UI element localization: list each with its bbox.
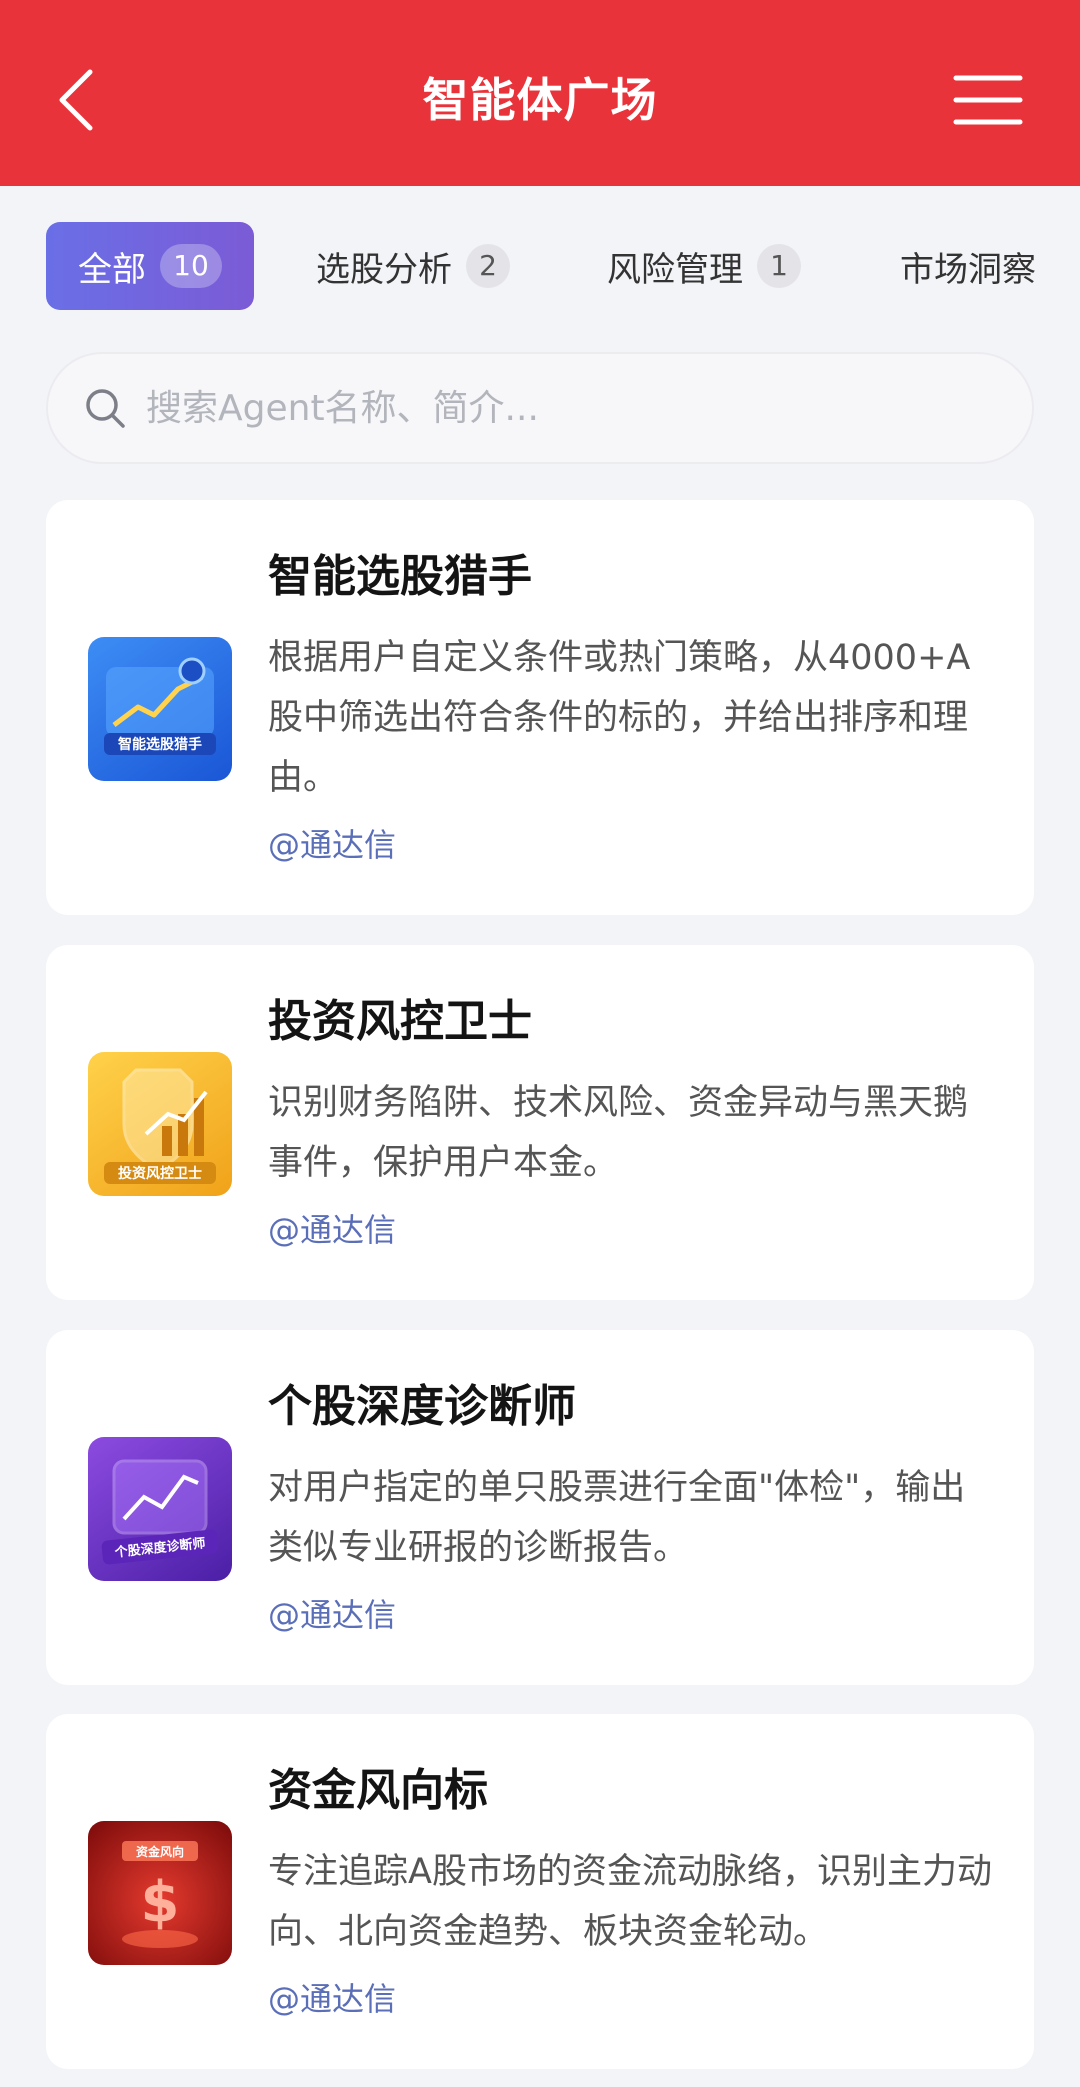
search-bar[interactable]	[46, 352, 1034, 464]
agent-author-link[interactable]: @通达信	[268, 1974, 396, 2020]
agent-card[interactable]: 投资风控卫士 投资风控卫士 识别财务陷阱、技术风险、资金异动与黑天鹅事件，保护用…	[46, 945, 1034, 1300]
agent-title: 投资风控卫士	[268, 996, 532, 1047]
agent-author-link[interactable]: @通达信	[268, 820, 396, 866]
icon-caption: 资金风向	[136, 1844, 184, 1859]
tab-label: 市场洞察	[900, 249, 1036, 290]
svg-text:$: $	[141, 1870, 180, 1935]
stock-diagnosis-icon: 个股深度诊断师	[88, 1437, 232, 1581]
risk-shield-icon: 投资风控卫士	[88, 1052, 232, 1196]
agent-title: 个股深度诊断师	[268, 1381, 576, 1432]
agent-card[interactable]: 个股深度诊断师 个股深度诊断师 对用户指定的单只股票进行全面"体检"，输出类似专…	[46, 1330, 1034, 1685]
search-icon	[86, 389, 125, 428]
agent-title: 智能选股猎手	[268, 551, 532, 602]
fund-flow-icon: 资金风向 $	[88, 1821, 232, 1965]
tab-count-badge: 2	[466, 244, 510, 288]
agent-card[interactable]: 资金风向 $ 资金风向标 专注追踪A股市场的资金流动脉络，识别主力动向、北向资金…	[46, 1714, 1034, 2069]
search-input[interactable]	[146, 387, 966, 429]
tab-market-insight[interactable]: 市场洞察	[900, 222, 1036, 310]
agent-description: 专注追踪A股市场的资金流动脉络，识别主力动向、北向资金趋势、板块资金轮动。	[268, 1852, 992, 1952]
tab-all[interactable]: 全部 10	[46, 222, 254, 310]
tab-count-badge: 10	[160, 244, 222, 288]
agent-card[interactable]: 智能选股猎手 智能选股猎手 根据用户自定义条件或热门策略，从4000+A股中筛选…	[46, 500, 1034, 915]
icon-caption: 投资风控卫士	[118, 1165, 202, 1182]
tab-label: 风险管理	[607, 249, 743, 290]
agent-description: 根据用户自定义条件或热门策略，从4000+A股中筛选出符合条件的标的，并给出排序…	[268, 638, 971, 798]
top-bar: 智能体广场	[0, 0, 1080, 186]
menu-button[interactable]	[950, 70, 1026, 130]
tab-count-badge: 1	[757, 244, 801, 288]
agent-author-link[interactable]: @通达信	[268, 1205, 396, 1251]
tab-label: 全部	[78, 249, 146, 290]
tab-risk-management[interactable]: 风险管理 1	[607, 222, 801, 310]
agent-description: 识别财务陷阱、技术风险、资金异动与黑天鹅事件，保护用户本金。	[268, 1083, 969, 1183]
category-tabs: 全部 10 选股分析 2 风险管理 1 市场洞察	[0, 222, 1080, 310]
page-title: 智能体广场	[422, 73, 658, 127]
tab-label: 选股分析	[316, 249, 452, 290]
hamburger-menu-icon	[953, 75, 1023, 125]
icon-caption: 智能选股猎手	[117, 736, 202, 753]
agent-description: 对用户指定的单只股票进行全面"体检"，输出类似专业研报的诊断报告。	[268, 1468, 966, 1568]
stock-picker-icon: 智能选股猎手	[88, 637, 232, 781]
tab-stock-analysis[interactable]: 选股分析 2	[316, 222, 510, 310]
agent-title: 资金风向标	[268, 1765, 488, 1816]
agent-author-link[interactable]: @通达信	[268, 1590, 396, 1636]
